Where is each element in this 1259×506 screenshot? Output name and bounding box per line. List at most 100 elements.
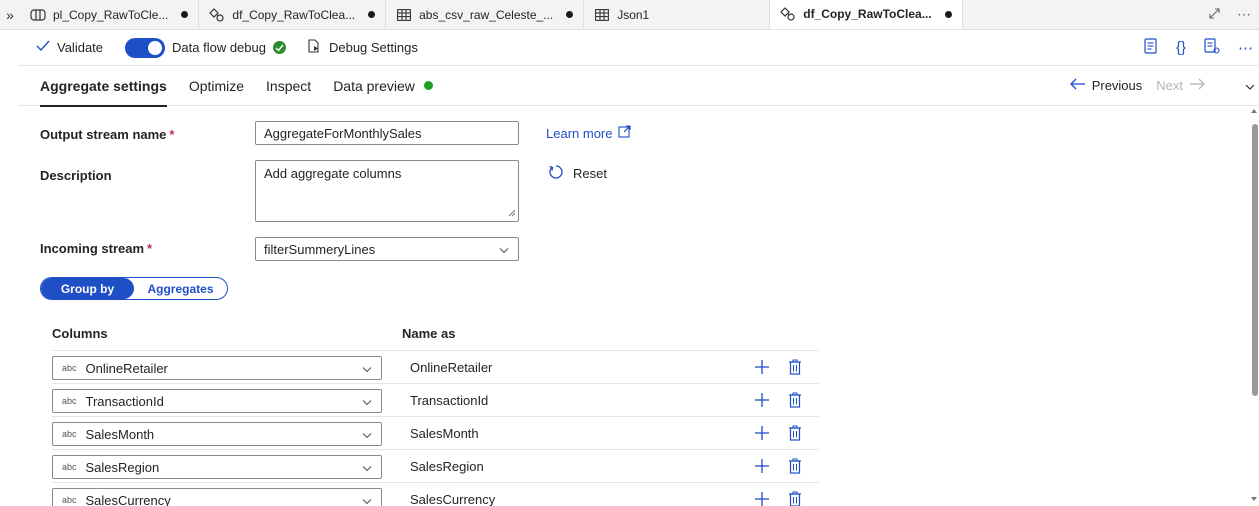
properties-icon[interactable] [1204,38,1220,57]
string-type-icon: abc [62,429,77,439]
external-link-icon [618,125,632,141]
debug-settings-button[interactable]: Debug Settings [306,38,418,57]
unsaved-dot-icon [944,10,952,18]
scroll-down-icon[interactable] [1251,497,1257,501]
column-value: OnlineRetailer [85,360,168,376]
tab-bar-actions: ⋯ [1208,0,1259,29]
scroll-up-icon[interactable] [1251,109,1257,113]
reset-icon [548,164,564,183]
table-icon [594,7,610,23]
debug-running-check-icon [272,41,286,54]
chevron-down-icon [362,460,372,475]
add-icon[interactable] [753,358,771,376]
debug-label: Data flow debug [172,40,266,55]
description-textarea[interactable]: Add aggregate columns [255,160,519,222]
unsaved-dot-icon [181,11,189,18]
output-stream-input[interactable]: AggregateForMonthlySales [255,121,519,145]
tab-json1[interactable]: Json1 [584,0,771,29]
name-as-value[interactable]: SalesCurrency [410,492,495,506]
add-icon[interactable] [753,490,771,506]
link-text: Learn more [546,125,613,141]
incoming-stream-select[interactable]: filterSummeryLines [255,237,519,261]
arrow-right-icon [1189,78,1205,93]
column-select[interactable]: abc TransactionId [52,389,382,413]
label-text: Incoming stream [40,241,145,256]
description-label: Description [40,168,112,183]
next-button[interactable]: Next [1156,78,1205,93]
validate-button[interactable]: Validate [36,40,103,55]
table-row: abc OnlineRetailer OnlineRetailer [52,351,819,384]
tab-data-preview[interactable]: Data preview [333,66,433,106]
step-navigation: Previous Next [1069,78,1259,93]
delete-icon[interactable] [786,424,804,442]
chevron-down-icon [362,361,372,376]
more-options-icon[interactable]: ⋯ [1238,39,1253,57]
add-icon[interactable] [753,391,771,409]
chevron-down-icon [362,394,372,409]
column-value: SalesMonth [85,426,155,442]
button-label: Aggregates [147,281,214,296]
learn-more-link[interactable]: Learn more [546,125,632,141]
table-row: abc SalesMonth SalesMonth [52,417,819,450]
reset-button[interactable]: Reset [548,164,607,183]
name-as-value[interactable]: TransactionId [410,393,488,408]
tab-label: Optimize [188,77,245,94]
column-select[interactable]: abc SalesCurrency [52,488,382,506]
add-icon[interactable] [753,457,771,475]
chevron-down-icon[interactable] [1245,78,1255,93]
reset-label: Reset [573,166,607,181]
delete-icon[interactable] [786,490,804,506]
tab-label: abs_csv_raw_Celeste_... [419,7,554,22]
validate-label: Validate [57,40,104,55]
maximize-icon[interactable] [1208,7,1221,23]
column-select[interactable]: abc SalesRegion [52,455,382,479]
previous-button[interactable]: Previous [1069,78,1143,93]
delete-icon[interactable] [786,391,804,409]
name-as-value[interactable]: OnlineRetailer [410,360,492,375]
tab-abs-csv[interactable]: abs_csv_raw_Celeste_... [386,0,585,29]
label-text: Output stream name [40,127,167,142]
group-by-button[interactable]: Group by [41,278,134,299]
tab-pl-copy[interactable]: pl_Copy_RawToCle... [20,0,200,29]
tab-df-copy-active[interactable]: df_Copy_RawToClea... [770,0,963,29]
unsaved-dot-icon [566,11,574,18]
tab-label: Json1 [617,7,650,22]
group-by-aggregates-switch: Group by Aggregates [40,277,228,300]
data-flow-debug-toggle[interactable] [125,37,166,58]
tab-label: Data preview [333,77,415,94]
scrollbar-thumb[interactable] [1252,124,1258,396]
chevron-down-icon [362,427,372,442]
checkmark-icon [36,40,50,55]
name-as-value[interactable]: SalesMonth [410,426,479,441]
output-stream-label: Output stream name * [40,127,174,142]
column-select[interactable]: abc OnlineRetailer [52,356,382,380]
pipeline-icon [30,7,46,23]
table-row: abc TransactionId TransactionId [52,384,819,417]
code-braces-icon[interactable]: {} [1176,39,1186,56]
column-value: SalesRegion [85,459,160,475]
delete-icon[interactable] [786,358,804,376]
column-select[interactable]: abc SalesMonth [52,422,382,446]
tab-inspect[interactable]: Inspect [266,66,311,106]
delete-icon[interactable] [786,457,804,475]
label-text: Description [40,168,112,183]
name-as-value[interactable]: SalesRegion [410,459,484,474]
more-options-icon[interactable]: ⋯ [1237,6,1251,23]
add-icon[interactable] [753,424,771,442]
string-type-icon: abc [62,462,77,472]
arrow-left-icon [1069,78,1086,93]
chevron-down-icon [362,493,372,506]
tab-df-copy-1[interactable]: df_Copy_RawToClea... [199,0,387,29]
expand-tabs-icon[interactable]: » [0,0,20,29]
tab-optimize[interactable]: Optimize [189,66,244,106]
previous-label: Previous [1091,78,1143,93]
script-icon[interactable] [1144,38,1158,57]
debug-settings-icon [306,38,322,57]
resize-grip-icon[interactable] [508,205,516,220]
name-as-header: Name as [402,326,456,341]
button-label: Group by [60,281,115,296]
tab-aggregate-settings[interactable]: Aggregate settings [40,66,167,107]
table-icon [396,7,412,23]
vertical-scrollbar[interactable] [1249,106,1259,506]
aggregates-button[interactable]: Aggregates [134,278,227,299]
